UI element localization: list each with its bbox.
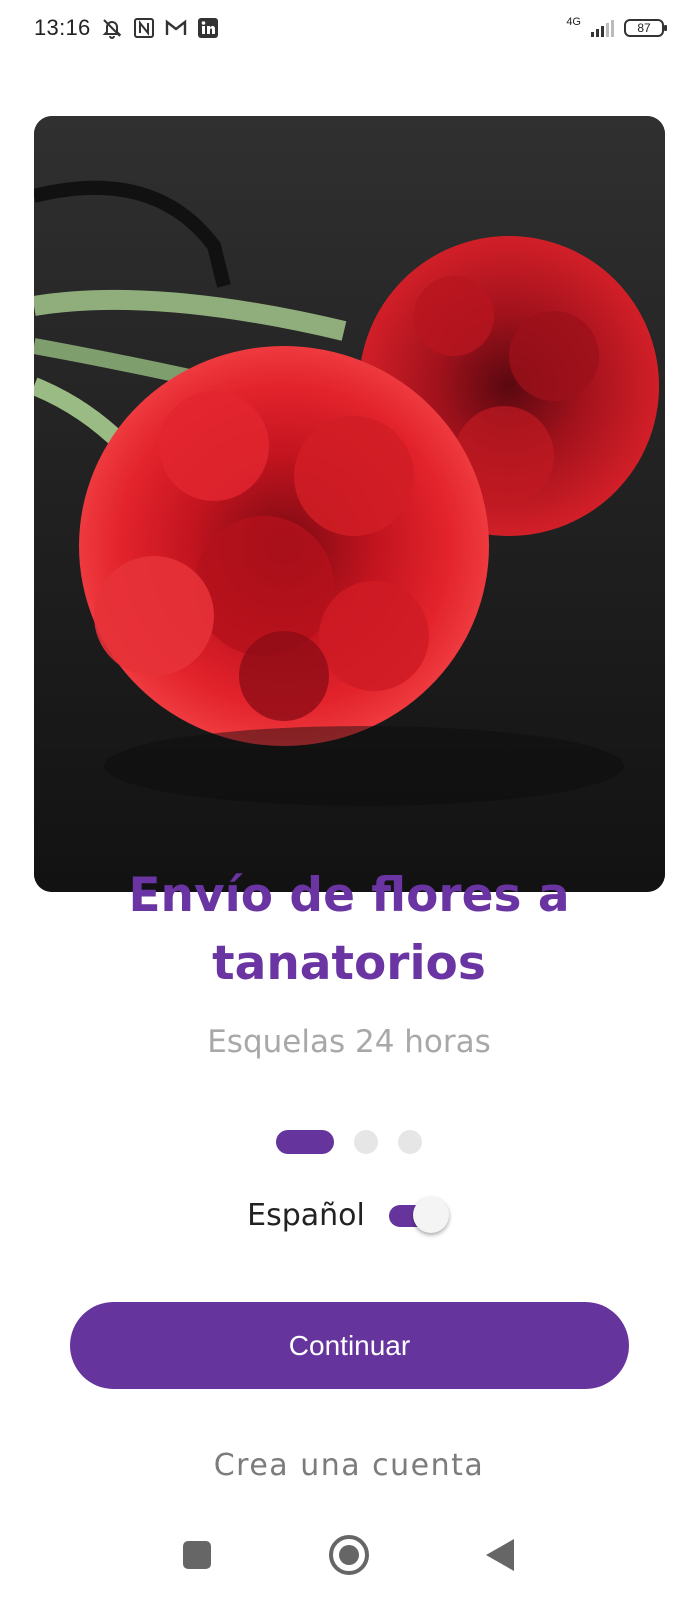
- onboarding-screen: 13:16 4G 87 Envío de flores a tanatorios…: [0, 0, 698, 1600]
- status-right: 4G 87: [566, 15, 667, 37]
- pager-dot-2[interactable]: [354, 1130, 378, 1154]
- back-triangle-icon[interactable]: [479, 1533, 523, 1577]
- linkedin-icon: [197, 17, 219, 39]
- red-carnations-photo: [34, 116, 665, 892]
- status-left: 13:16: [34, 15, 219, 41]
- pager-dot-1[interactable]: [276, 1130, 334, 1154]
- network-type: 4G: [566, 15, 581, 28]
- signal-icon: [591, 19, 614, 37]
- language-toggle[interactable]: [387, 1196, 451, 1234]
- home-circle-icon[interactable]: [327, 1533, 371, 1577]
- pager-indicator: [0, 1130, 698, 1154]
- nfc-icon: [133, 17, 155, 39]
- slide-title: Envío de flores a tanatorios: [128, 868, 570, 991]
- slide-subtitle: Esquelas 24 horas: [207, 1024, 491, 1060]
- recents-square-icon[interactable]: [175, 1533, 219, 1577]
- battery-level: 87: [637, 21, 651, 35]
- language-label: Español: [247, 1197, 365, 1233]
- toggle-thumb: [412, 1197, 449, 1233]
- continue-button[interactable]: Continuar: [70, 1302, 629, 1389]
- battery-icon: 87: [624, 19, 667, 37]
- pager-dot-3[interactable]: [398, 1130, 422, 1154]
- create-account-link[interactable]: Crea una cuenta: [0, 1448, 698, 1483]
- gmail-icon: [165, 17, 187, 39]
- silent-bell-icon: [101, 17, 123, 39]
- hero-image: [34, 116, 665, 892]
- status-bar: 13:16 4G 87: [0, 0, 698, 56]
- language-row: Español: [0, 1196, 698, 1234]
- clock: 13:16: [34, 15, 91, 40]
- system-nav-bar: [0, 1525, 698, 1585]
